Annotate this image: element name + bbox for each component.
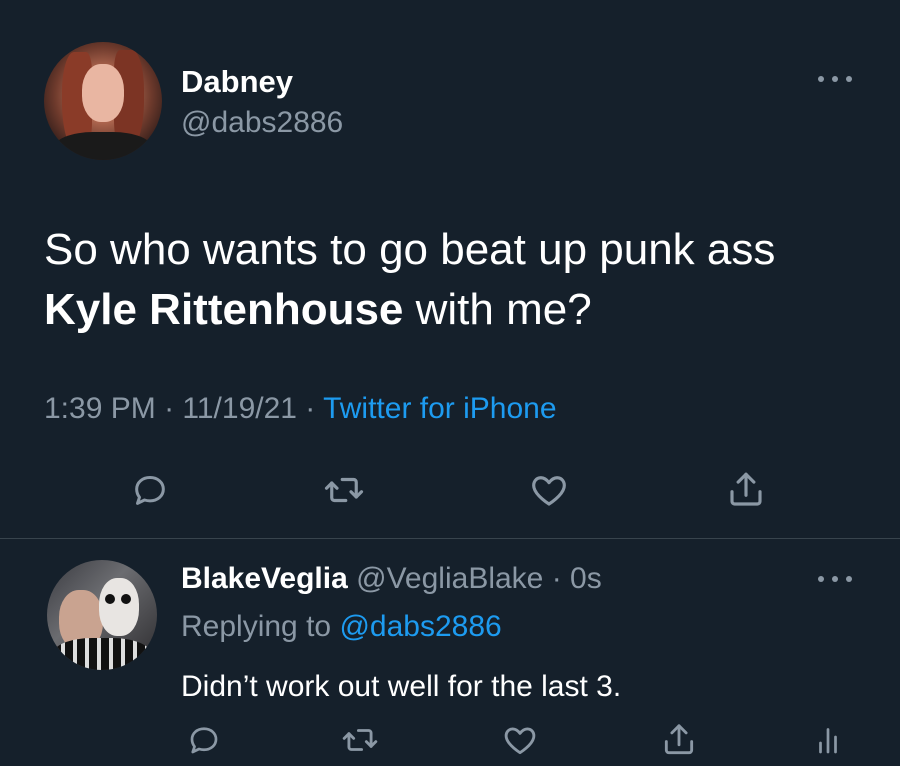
analytics-button[interactable] <box>804 716 852 764</box>
share-icon <box>730 472 762 506</box>
analytics-icon <box>819 728 837 754</box>
more-dots-icon[interactable] <box>818 72 852 86</box>
replying-to: Replying to @dabs2886 <box>181 610 502 644</box>
reply-action-bar <box>0 716 900 764</box>
share-button[interactable] <box>655 716 703 764</box>
speech-bubble-icon <box>135 476 165 505</box>
speech-bubble-icon <box>190 727 218 754</box>
tweet-time[interactable]: 1:39 PM <box>44 392 156 425</box>
retweet-icon <box>324 477 364 503</box>
tweet-text-part2: with me? <box>415 285 592 334</box>
retweet-button[interactable] <box>320 466 368 514</box>
author-display-name[interactable]: Dabney <box>181 64 293 100</box>
author-handle[interactable]: @dabs2886 <box>181 106 343 140</box>
retweet-button[interactable] <box>336 716 384 764</box>
reply-handle-time[interactable]: @VegliaBlake · 0s <box>356 562 602 595</box>
reply-button[interactable] <box>126 466 174 514</box>
avatar[interactable] <box>44 42 162 160</box>
divider <box>0 538 900 539</box>
like-button[interactable] <box>496 716 544 764</box>
like-button[interactable] <box>525 466 573 514</box>
reply-header: BlakeVeglia @VegliaBlake · 0s <box>181 562 602 596</box>
heart-icon <box>532 476 566 506</box>
tweet-source[interactable]: Twitter for iPhone <box>323 392 556 425</box>
tweet-date[interactable]: 11/19/21 <box>182 392 297 425</box>
share-icon <box>664 724 694 755</box>
tweet-text: So who wants to go beat up punk ass Kyle … <box>44 220 874 340</box>
reply-avatar[interactable] <box>47 560 157 670</box>
tweet-meta: 1:39 PM · 11/19/21 · Twitter for iPhone <box>44 392 557 426</box>
replying-prefix: Replying to <box>181 610 332 643</box>
replying-mention[interactable]: @dabs2886 <box>339 610 501 643</box>
share-button[interactable] <box>722 466 770 514</box>
tweet-text-bold: Kyle Rittenhouse <box>44 285 404 334</box>
main-tweet: Dabney @dabs2886 So who wants to go beat… <box>0 0 900 538</box>
heart-icon <box>504 727 536 755</box>
meta-separator: · <box>296 392 324 425</box>
meta-separator: · <box>155 392 183 425</box>
more-dots-icon[interactable] <box>818 572 852 586</box>
tweet-text-part1: So who wants to go beat up punk ass <box>44 225 776 274</box>
reply-button[interactable] <box>180 716 228 764</box>
reply-display-name[interactable]: BlakeVeglia <box>181 562 348 595</box>
reply-text: Didn’t work out well for the last 3. <box>181 670 622 703</box>
action-bar <box>0 466 900 514</box>
retweet-icon <box>342 729 378 751</box>
